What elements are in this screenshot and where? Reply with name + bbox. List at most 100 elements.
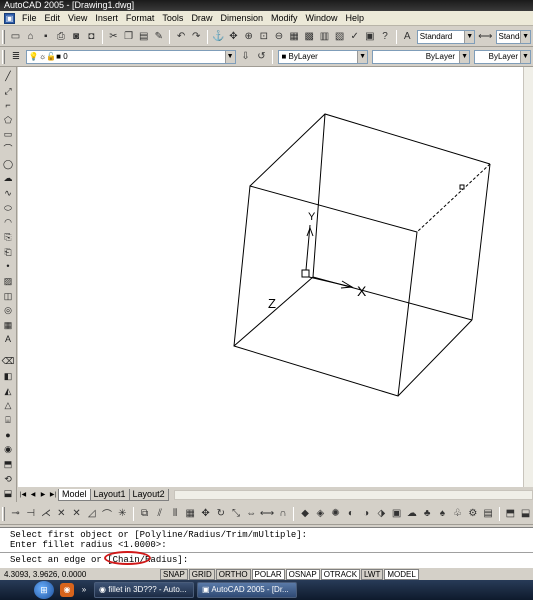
circle-icon[interactable]: ◯ bbox=[2, 158, 15, 171]
point-icon[interactable]: • bbox=[2, 260, 15, 273]
polar-toggle[interactable]: POLAR bbox=[251, 568, 285, 580]
make-block-icon[interactable]: ⎗ bbox=[2, 246, 15, 259]
extend-icon[interactable]: ⊣ bbox=[24, 506, 37, 521]
explode-icon[interactable]: ✳ bbox=[116, 506, 129, 521]
cube-front-face[interactable] bbox=[233, 185, 418, 397]
gradient-icon[interactable]: ◫ bbox=[2, 290, 15, 303]
firefox-icon[interactable]: ◉ bbox=[60, 583, 74, 597]
command-prompt[interactable]: Select an edge or [Chain/Radius]: bbox=[10, 555, 533, 565]
app-icon[interactable]: ▣ bbox=[4, 12, 15, 24]
join-icon[interactable]: ✕ bbox=[70, 506, 83, 521]
box-icon[interactable]: ◧ bbox=[2, 370, 15, 383]
scene-icon[interactable]: ◈ bbox=[314, 506, 327, 521]
help-icon[interactable]: ? bbox=[378, 29, 391, 44]
cube-right-vertical-edge[interactable] bbox=[471, 163, 491, 321]
menu-draw[interactable]: Draw bbox=[187, 11, 216, 26]
mirror-icon[interactable]: ⫽ bbox=[153, 506, 166, 521]
cube-back-bottom-left-edge[interactable] bbox=[233, 276, 314, 347]
ellipse-icon[interactable]: ⬭ bbox=[2, 202, 15, 215]
cube-back-edge[interactable] bbox=[249, 113, 491, 187]
vertical-scrollbar[interactable] bbox=[523, 67, 533, 487]
layer-previous-icon[interactable]: ↺ bbox=[254, 49, 268, 64]
new-icon[interactable]: ▭ bbox=[9, 29, 22, 44]
copy-icon[interactable]: ❐ bbox=[122, 29, 135, 44]
break-icon[interactable]: ✕ bbox=[55, 506, 68, 521]
trim-icon[interactable]: ⊸ bbox=[9, 506, 22, 521]
landscape-library-icon[interactable]: ♧ bbox=[451, 506, 464, 521]
properties-icon[interactable]: ▦ bbox=[288, 29, 301, 44]
prev-tab-icon[interactable]: ◀ bbox=[28, 490, 38, 501]
sheet-set-icon[interactable]: ▧ bbox=[333, 29, 346, 44]
menu-edit[interactable]: Edit bbox=[41, 11, 65, 26]
move-icon[interactable]: ✥ bbox=[199, 506, 212, 521]
menu-window[interactable]: Window bbox=[302, 11, 342, 26]
text-style-select[interactable]: Standard ▼ bbox=[416, 29, 476, 44]
copy-object-icon[interactable]: ⧉ bbox=[138, 506, 151, 521]
publish-icon[interactable]: ◘ bbox=[85, 29, 98, 44]
revision-cloud-icon[interactable]: ☁ bbox=[2, 172, 15, 185]
toolbar-grip[interactable] bbox=[2, 506, 5, 521]
snap-toggle[interactable]: SNAP bbox=[160, 568, 188, 580]
wedge-icon[interactable]: ◭ bbox=[2, 385, 15, 398]
hyperlink-icon[interactable]: ⚓ bbox=[212, 29, 225, 44]
toolbar-grip[interactable] bbox=[2, 29, 5, 44]
save-icon[interactable]: ▪ bbox=[39, 29, 52, 44]
rectangle-icon[interactable]: ▭ bbox=[2, 129, 15, 142]
toolbar-grip[interactable] bbox=[2, 49, 5, 64]
layer-manager-icon[interactable]: ≣ bbox=[9, 49, 23, 64]
render-icon[interactable]: ◆ bbox=[298, 506, 311, 521]
spline-icon[interactable]: ∿ bbox=[2, 187, 15, 200]
menu-insert[interactable]: Insert bbox=[91, 11, 122, 26]
tab-layout2[interactable]: Layout2 bbox=[128, 489, 169, 501]
menu-format[interactable]: Format bbox=[122, 11, 159, 26]
slice-icon[interactable]: ⬓ bbox=[2, 487, 15, 500]
table-icon[interactable]: ▦ bbox=[2, 319, 15, 332]
open-icon[interactable]: ⌂ bbox=[24, 29, 37, 44]
osnap-toggle[interactable]: OSNAP bbox=[285, 568, 320, 580]
cube-back-edge-hidden[interactable] bbox=[416, 163, 491, 233]
markup-icon[interactable]: ✓ bbox=[348, 29, 361, 44]
sphere-icon[interactable]: ● bbox=[2, 429, 15, 442]
undo-icon[interactable]: ↶ bbox=[174, 29, 187, 44]
cube-right-bottom-edge[interactable] bbox=[397, 319, 473, 397]
rotate-icon[interactable]: ↻ bbox=[214, 506, 227, 521]
dim-style-icon[interactable]: ⟷ bbox=[478, 29, 492, 44]
view-iso-icon[interactable]: ⬓ bbox=[519, 506, 532, 521]
statistics-icon[interactable]: ▤ bbox=[481, 506, 494, 521]
tab-layout1[interactable]: Layout1 bbox=[89, 489, 130, 501]
torus-icon[interactable]: ◉ bbox=[2, 443, 15, 456]
command-window[interactable]: Select first object or [Polyline/Radius/… bbox=[0, 527, 533, 567]
region-icon[interactable]: ◎ bbox=[2, 304, 15, 317]
last-tab-icon[interactable]: ▶| bbox=[48, 490, 58, 501]
menu-dimension[interactable]: Dimension bbox=[216, 11, 267, 26]
start-button[interactable]: ⊞ bbox=[34, 581, 54, 599]
ortho-toggle[interactable]: ORTHO bbox=[215, 568, 251, 580]
menu-modify[interactable]: Modify bbox=[267, 11, 302, 26]
magnet-icon[interactable]: ∩ bbox=[276, 506, 289, 521]
lineweight-select[interactable]: ByLayer ▼ bbox=[474, 49, 531, 64]
arc-icon[interactable]: ⌒ bbox=[2, 143, 15, 156]
edge-grip[interactable] bbox=[459, 184, 465, 190]
stretch-icon[interactable]: ⇔ bbox=[245, 506, 258, 521]
next-tab-icon[interactable]: ▶ bbox=[38, 490, 48, 501]
render-preferences-icon[interactable]: ⚙ bbox=[466, 506, 479, 521]
chamfer-icon[interactable]: ◿ bbox=[85, 506, 98, 521]
linetype-select[interactable]: ByLayer ▼ bbox=[372, 49, 471, 64]
redo-icon[interactable]: ↷ bbox=[190, 29, 203, 44]
tool-palettes-icon[interactable]: ▥ bbox=[318, 29, 331, 44]
lwt-toggle[interactable]: LWT bbox=[361, 568, 384, 580]
text-style-icon[interactable]: A bbox=[401, 29, 414, 44]
color-select[interactable]: ■ ByLayer ▼ bbox=[278, 49, 369, 64]
construction-line-icon[interactable]: ⤢ bbox=[2, 85, 15, 98]
model-toggle[interactable]: MODEL bbox=[384, 568, 419, 580]
extrude-icon[interactable]: ⬒ bbox=[2, 458, 15, 471]
cube-back-vertical-edge[interactable] bbox=[312, 113, 326, 278]
tab-model[interactable]: Model bbox=[58, 489, 91, 501]
menu-tools[interactable]: Tools bbox=[158, 11, 187, 26]
zoom-realtime-icon[interactable]: ⊕ bbox=[242, 29, 255, 44]
mtext-icon[interactable]: A bbox=[2, 334, 15, 347]
cone-icon[interactable]: △ bbox=[2, 399, 15, 412]
scale-icon[interactable]: ⤡ bbox=[229, 506, 242, 521]
drawing-canvas[interactable]: Y X Z bbox=[18, 67, 533, 487]
ellipse-arc-icon[interactable]: ◠ bbox=[2, 216, 15, 229]
